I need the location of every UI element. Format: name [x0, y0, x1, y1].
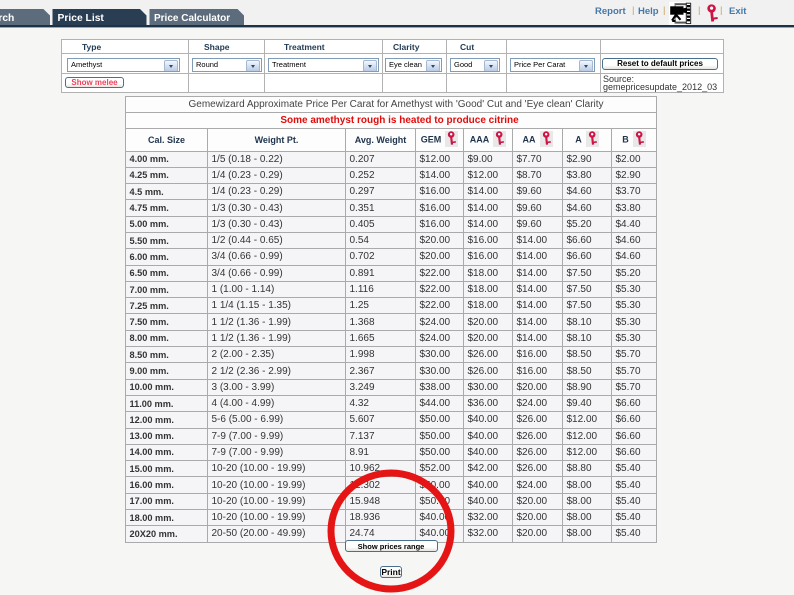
svg-text:Price Calculator: Price Calculator: [154, 13, 230, 24]
svg-text:Price List: Price List: [58, 13, 105, 24]
svg-text:Search: Search: [0, 13, 14, 24]
